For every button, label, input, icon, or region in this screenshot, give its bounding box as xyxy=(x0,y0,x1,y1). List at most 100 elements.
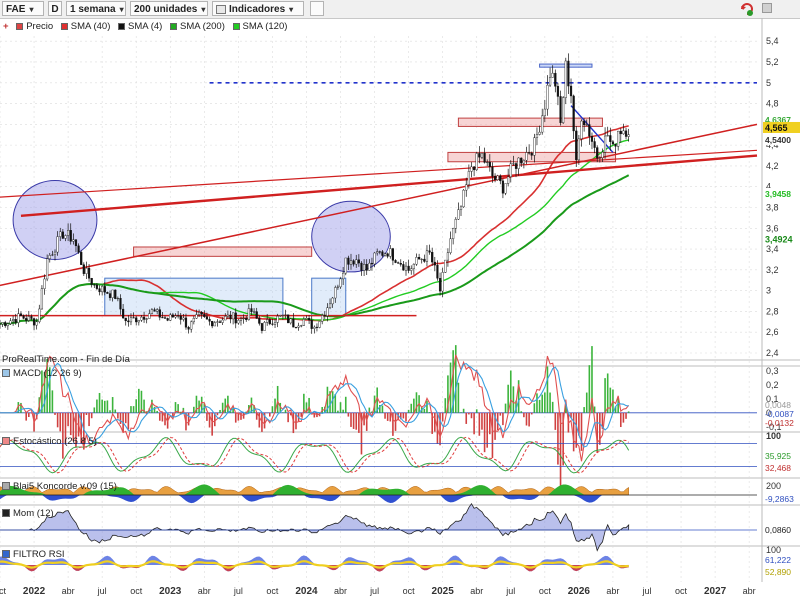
candle-body xyxy=(22,315,25,319)
candle-body xyxy=(559,96,562,123)
candle-body xyxy=(614,143,617,147)
candle-body xyxy=(142,316,146,320)
candle-body xyxy=(391,248,395,261)
macd-histogram-bar xyxy=(151,399,153,413)
macd-histogram-bar xyxy=(67,412,69,427)
macd-histogram-bar xyxy=(554,412,557,430)
candle-body xyxy=(370,262,374,265)
candle-body xyxy=(313,326,316,329)
macd-histogram-bar xyxy=(530,412,533,415)
macd-histogram-bar xyxy=(337,410,339,413)
candle-body xyxy=(596,147,599,159)
candle-body xyxy=(4,322,7,327)
candle-body xyxy=(577,138,580,161)
candle-body xyxy=(292,318,295,328)
candle-body xyxy=(161,317,164,319)
macd-histogram-bar xyxy=(441,412,444,422)
candle-body xyxy=(624,130,628,137)
candle-body xyxy=(51,254,54,256)
candle-body xyxy=(300,325,303,327)
blai-icon xyxy=(2,482,10,491)
candle-body xyxy=(496,175,499,180)
macd-histogram-bar xyxy=(475,409,478,413)
candle-body xyxy=(459,206,463,210)
chart-canvas[interactable]: 2,42,62,833,23,43,63,844,24,44,64,855,25… xyxy=(0,0,800,598)
candle-body xyxy=(446,252,450,261)
candle-body xyxy=(80,251,83,265)
macd-histogram-bar xyxy=(491,412,494,458)
x-tick-label: 2024 xyxy=(295,586,318,597)
candle-body xyxy=(425,250,429,262)
candle-body xyxy=(473,166,476,171)
candle-body xyxy=(365,264,368,271)
macd-histogram-bar xyxy=(460,412,462,413)
candle-body xyxy=(339,278,342,288)
candle-body xyxy=(493,176,497,180)
candle-body xyxy=(454,219,457,229)
macd-histogram-bar xyxy=(300,412,303,417)
candle-body xyxy=(69,230,72,242)
candle-body xyxy=(394,260,397,263)
candle-body xyxy=(229,314,232,320)
macd-histogram-bar xyxy=(51,390,54,413)
y-tick-label: 4,8 xyxy=(766,99,779,109)
blai-title: Blai5 Koncorde v.09 (15) xyxy=(13,481,117,492)
candle-body xyxy=(252,311,256,313)
candle-body xyxy=(412,263,415,269)
x-tick-label: abr xyxy=(743,586,756,596)
candle-body xyxy=(216,321,219,323)
candle-body xyxy=(297,325,300,328)
macd-histogram-bar xyxy=(106,400,109,413)
candle-body xyxy=(389,248,392,257)
y-tick-label: 5 xyxy=(766,78,771,88)
macd-histogram-bar xyxy=(402,412,405,419)
macd-histogram-bar xyxy=(216,412,219,416)
candle-body xyxy=(444,259,447,273)
macd-histogram-bar xyxy=(557,412,559,465)
x-tick-label: oct xyxy=(0,586,6,596)
candle-body xyxy=(362,264,366,271)
candle-body xyxy=(163,317,167,319)
macd-histogram-bar xyxy=(528,412,530,427)
macd-panel-label: MACD (12 26 9) xyxy=(2,368,82,380)
candle-body xyxy=(108,293,112,298)
macd-histogram-bar xyxy=(96,399,98,413)
x-tick-label: jul xyxy=(233,586,243,596)
y-tick-label: 3,8 xyxy=(766,202,779,212)
stoch-icon xyxy=(2,437,10,446)
macd-tick-label: 0,2 xyxy=(766,380,779,390)
candle-body xyxy=(538,131,541,135)
candle-body xyxy=(402,264,405,271)
candle-body xyxy=(504,183,507,194)
candle-body xyxy=(449,238,452,253)
macd-histogram-bar xyxy=(549,392,551,413)
candle-body xyxy=(87,267,91,279)
macd-histogram-bar xyxy=(619,412,622,428)
candle-body xyxy=(436,264,439,279)
macd-histogram-bar xyxy=(533,403,536,413)
mom-value: 0,0860 xyxy=(765,525,791,535)
macd-histogram-bar xyxy=(88,412,90,427)
x-tick-label: oct xyxy=(675,586,688,596)
candle-body xyxy=(263,322,266,331)
macd-histogram-bar xyxy=(54,412,56,415)
sma-120-value-label: 3,9458 xyxy=(765,189,791,199)
candle-body xyxy=(98,288,101,293)
macd-histogram-bar xyxy=(114,409,117,413)
macd-histogram-bar xyxy=(355,412,358,430)
candle-body xyxy=(30,316,33,319)
candle-body xyxy=(38,308,41,323)
macd-histogram-bar xyxy=(478,412,481,436)
candle-body xyxy=(27,316,30,321)
macd-histogram-bar xyxy=(25,412,27,421)
candle-body xyxy=(543,108,546,117)
candle-body xyxy=(349,260,353,265)
macd-histogram-bar xyxy=(407,409,410,413)
candle-body xyxy=(242,318,245,320)
macd-histogram-bar xyxy=(350,412,352,427)
macd-histogram-bar xyxy=(344,396,347,413)
macd-histogram-bar xyxy=(428,412,431,413)
candle-body xyxy=(287,314,290,324)
macd-histogram-bar xyxy=(206,412,208,421)
macd-histogram-bar xyxy=(481,412,483,430)
